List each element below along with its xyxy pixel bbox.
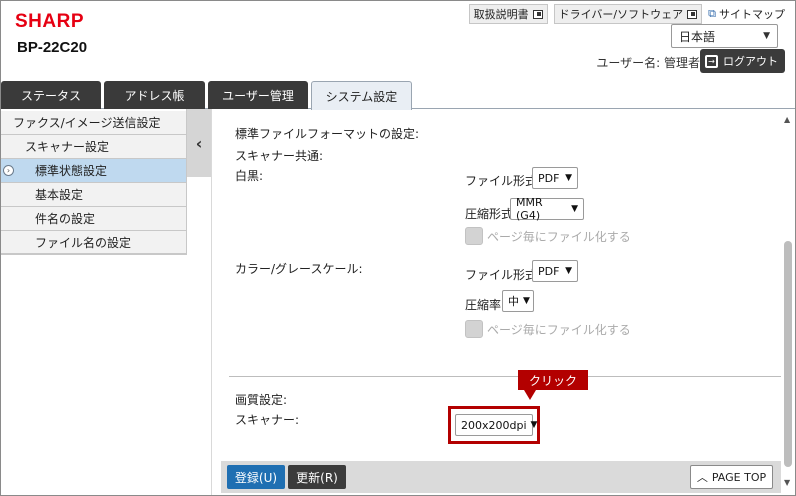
chevron-down-icon: ▼ — [565, 266, 572, 276]
logout-button[interactable]: → ログアウト — [700, 49, 785, 73]
bw-compression-select[interactable]: MMR (G4) ▼ — [510, 196, 584, 222]
color-file-format-select[interactable]: PDF ▼ — [532, 260, 578, 282]
bw-compression-value: MMR (G4) — [516, 196, 543, 222]
logout-label: ログアウト — [723, 55, 778, 68]
driver-link[interactable]: ドライバー/ソフトウェア — [553, 4, 703, 24]
language-select[interactable]: 日本語 ▼ — [671, 24, 778, 48]
tab-system-settings[interactable]: システム設定 — [311, 81, 412, 110]
sidebar-item-filename-settings[interactable]: ファイル名の設定 — [1, 231, 187, 255]
sidebar: ファクス/イメージ送信設定 スキャナー設定 › 標準状態設定 基本設定 件名の設… — [1, 109, 187, 495]
main-content: 標準ファイルフォーマットの設定: スキャナー共通: 白黒: ファイル形式: PD… — [212, 109, 781, 495]
sidebar-collapse-button[interactable]: ‹ — [187, 109, 211, 177]
callout-tail — [524, 390, 536, 400]
color-file-format-label: ファイル形式: — [465, 268, 542, 282]
color-ratio-select[interactable]: 中 ▼ — [502, 290, 534, 312]
brand-logo: SHARP — [15, 11, 85, 32]
color-ratio-label: 圧縮率: — [465, 298, 506, 312]
page-top-button[interactable]: ︿ PAGE TOP — [690, 465, 773, 489]
scroll-down-icon[interactable]: ▼ — [784, 478, 790, 487]
color-ratio-value: 中 — [508, 295, 519, 308]
language-value: 日本語 — [679, 29, 716, 44]
format-heading: 標準ファイルフォーマットの設定: — [235, 127, 420, 141]
action-bar: 登録(U) 更新(R) ︿ PAGE TOP — [221, 461, 781, 493]
chevron-up-icon: ︿ — [696, 471, 708, 484]
bw-label: 白黒: — [235, 169, 264, 183]
sitemap-link[interactable]: ⧉ サイトマップ — [708, 6, 785, 22]
scrollbar-thumb[interactable] — [784, 241, 792, 467]
manual-link-label: 取扱説明書 — [473, 8, 529, 21]
quality-heading: 画質設定: — [235, 393, 288, 407]
bw-file-format-label: ファイル形式: — [465, 174, 542, 188]
selected-arrow-icon: › — [3, 165, 14, 176]
sidebar-item-basic-settings[interactable]: 基本設定 — [1, 183, 187, 207]
color-file-format-value: PDF — [538, 264, 560, 278]
main-tabs: ステータス アドレス帳 ユーザー管理 システム設定 — [1, 81, 795, 110]
tab-address-book[interactable]: アドレス帳 — [104, 81, 205, 109]
bw-per-page-label: ページ毎にファイル化する — [487, 229, 631, 244]
external-link-icon — [687, 9, 698, 19]
sitemap-link-label: サイトマップ — [719, 8, 785, 21]
sidebar-item-label: ファクス/イメージ送信設定 — [13, 116, 161, 130]
sidebar-item-label: スキャナー設定 — [25, 140, 110, 154]
external-link-icon — [532, 9, 543, 19]
sidebar-item-label: 標準状態設定 — [35, 164, 108, 178]
color-per-page-checkbox[interactable]: ページ毎にファイル化する — [465, 320, 631, 338]
scanner-resolution-value: 200x200dpi — [461, 418, 527, 432]
bw-file-format-value: PDF — [538, 171, 560, 185]
sidebar-item-default-settings[interactable]: › 標準状態設定 — [1, 159, 187, 183]
bw-per-page-checkbox[interactable]: ページ毎にファイル化する — [465, 227, 631, 245]
color-per-page-label: ページ毎にファイル化する — [487, 322, 631, 337]
chevron-down-icon: ▼ — [763, 31, 770, 41]
register-button[interactable]: 登録(U) — [227, 465, 285, 489]
update-button[interactable]: 更新(R) — [288, 465, 346, 489]
chevron-down-icon: ▼ — [523, 296, 530, 306]
scanner-common-label: スキャナー共通: — [235, 149, 324, 163]
logout-icon: → — [705, 54, 718, 68]
sidebar-item-scanner-settings[interactable]: スキャナー設定 — [1, 135, 187, 159]
page-top-label: PAGE TOP — [711, 470, 767, 484]
chevron-down-icon: ▼ — [565, 173, 572, 183]
color-label: カラー/グレースケール: — [235, 262, 363, 276]
sidebar-item-label: ファイル名の設定 — [35, 236, 132, 250]
sidebar-item-subject-settings[interactable]: 件名の設定 — [1, 207, 187, 231]
username-label: ユーザー名: 管理者 — [596, 56, 700, 70]
tab-user-management[interactable]: ユーザー管理 — [208, 81, 308, 109]
bw-file-format-select[interactable]: PDF ▼ — [532, 167, 578, 189]
driver-link-label: ドライバー/ソフトウェア — [558, 8, 684, 21]
top-links: 取扱説明書 ドライバー/ソフトウェア ⧉ サイトマップ — [468, 4, 785, 24]
app-window: SHARP BP-22C20 取扱説明書 ドライバー/ソフトウェア ⧉ サイトマ… — [0, 0, 796, 496]
click-callout: クリック — [518, 370, 588, 390]
sitemap-icon: ⧉ — [708, 7, 716, 20]
tab-status[interactable]: ステータス — [1, 81, 101, 109]
manual-link[interactable]: 取扱説明書 — [468, 4, 548, 24]
chevron-down-icon: ▼ — [571, 204, 578, 214]
section-divider — [229, 376, 781, 377]
sidebar-item-fax-image-send[interactable]: ファクス/イメージ送信設定 — [1, 111, 187, 135]
checkbox-icon — [465, 320, 483, 338]
scanner-label: スキャナー: — [235, 413, 300, 427]
sidebar-item-label: 件名の設定 — [35, 212, 96, 226]
scanner-resolution-select[interactable]: 200x200dpi ▼ — [455, 414, 537, 436]
chevron-left-icon: ‹ — [195, 133, 203, 153]
model-name: BP-22C20 — [17, 39, 88, 56]
chevron-down-icon: ▼ — [530, 420, 538, 430]
scroll-up-icon[interactable]: ▲ — [784, 115, 790, 124]
checkbox-icon — [465, 227, 483, 245]
sidebar-item-label: 基本設定 — [35, 188, 84, 202]
vertical-scrollbar[interactable]: ▲ ▼ — [781, 109, 795, 495]
